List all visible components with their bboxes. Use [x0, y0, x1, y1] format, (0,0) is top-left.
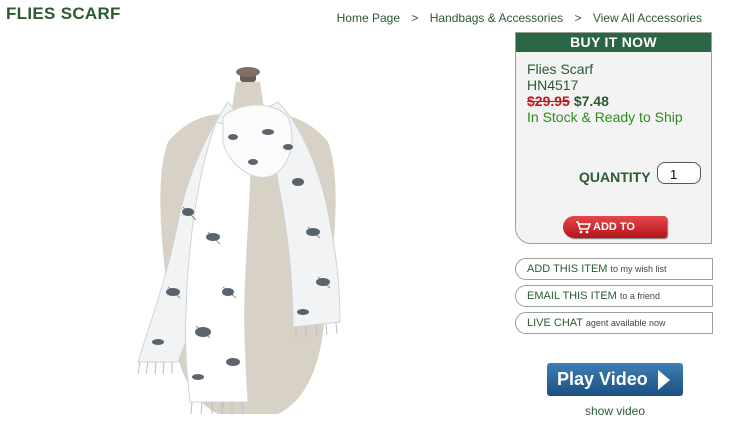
email-item-link[interactable]: EMAIL THIS ITEM to a friend [515, 285, 713, 307]
wish-list-label: ADD THIS ITEM [527, 263, 608, 275]
show-video-link[interactable]: show video [547, 404, 683, 418]
product-name: Flies Scarf [527, 61, 594, 77]
email-item-sublabel: to a friend [619, 291, 660, 301]
product-sku: HN4517 [527, 77, 579, 93]
breadcrumb-handbags-accessories[interactable]: Handbags & Accessories [430, 11, 563, 25]
email-item-label: EMAIL THIS ITEM [527, 290, 617, 302]
add-to-cart-button[interactable]: ADD TO CART [563, 216, 667, 255]
old-price: $29.95 [527, 93, 570, 109]
live-chat-link[interactable]: LIVE CHAT agent available now [515, 312, 713, 334]
play-video-label: Play Video [557, 369, 648, 389]
live-chat-label: LIVE CHAT [527, 317, 583, 329]
price-line: $29.95 $7.48 [527, 93, 683, 109]
quantity-input[interactable] [657, 162, 701, 184]
quantity-label: QUANTITY [579, 169, 651, 185]
product-info: Flies Scarf HN4517 $29.95 $7.48 In Stock … [527, 61, 683, 125]
wish-list-sublabel: to my wish list [610, 264, 667, 274]
play-arrow-icon [658, 370, 670, 390]
breadcrumb-view-all-accessories[interactable]: View All Accessories [593, 11, 702, 25]
live-chat-sublabel: agent available now [585, 318, 666, 328]
breadcrumb-home[interactable]: Home Page [337, 11, 400, 25]
breadcrumb: Home Page > Handbags & Accessories > Vie… [337, 11, 702, 25]
product-image [137, 67, 341, 415]
cart-icon [576, 221, 591, 234]
page-title: FLIES SCARF [6, 4, 121, 23]
stock-status: In Stock & Ready to Ship [527, 109, 683, 125]
breadcrumb-separator: > [574, 11, 582, 25]
play-video-button[interactable]: Play Video [547, 363, 683, 396]
breadcrumb-separator: > [411, 11, 419, 25]
sale-price: $7.48 [573, 93, 609, 109]
buy-it-now-header: BUY IT NOW [516, 33, 711, 52]
add-to-cart-label: ADD TO CART [593, 221, 635, 255]
add-to-wish-list-link[interactable]: ADD THIS ITEM to my wish list [515, 258, 713, 280]
buy-it-now-box: BUY IT NOW Flies Scarf HN4517 $29.95 $7.4… [515, 32, 712, 255]
